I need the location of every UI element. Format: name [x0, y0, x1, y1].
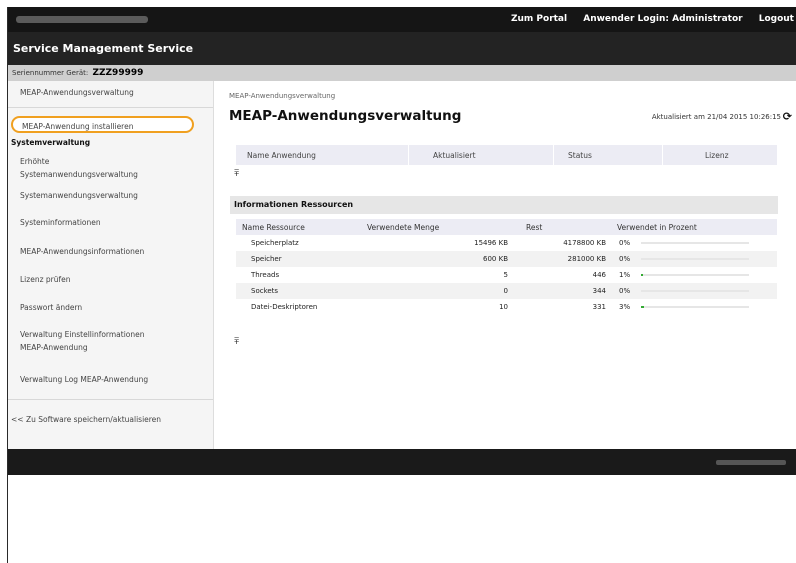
col-status[interactable]: Status [568, 151, 592, 160]
page-title: MEAP-Anwendungsverwaltung [229, 108, 462, 124]
sidebar-divider [8, 107, 213, 108]
table-row: Datei-Deskriptoren 10 331 3% [236, 299, 777, 315]
col-app-name[interactable]: Name Anwendung [247, 151, 316, 160]
sidebar-item-log-meap[interactable]: Verwaltung Log MEAP-Anwendung [20, 373, 148, 386]
col-license[interactable]: Lizenz [705, 151, 729, 160]
sidebar-item-meap-management[interactable]: MEAP-Anwendungsverwaltung [20, 86, 134, 99]
portal-link[interactable]: Zum Portal [511, 14, 567, 24]
col-rest: Rest [526, 223, 543, 232]
footer-bar [8, 449, 796, 475]
top-bar: Zum Portal Anwender Login: Administrator… [8, 7, 796, 32]
main-content: MEAP-Anwendungsverwaltung MEAP-Anwendung… [222, 81, 792, 449]
resource-percent: 0% [619, 255, 631, 263]
resource-rest: 446 [592, 271, 606, 279]
resource-rest: 331 [592, 303, 606, 311]
col-used-amount: Verwendete Menge [367, 223, 440, 232]
usage-bar-fill [641, 306, 645, 308]
logout-link[interactable]: Logout [759, 14, 794, 24]
usage-bar-fill [641, 274, 643, 276]
collapse-up-icon[interactable]: ⩱ [234, 169, 239, 179]
table-row: Speicher 600 KB 281000 KB 0% [236, 251, 777, 267]
resource-used: 0 [503, 287, 508, 295]
col-updated[interactable]: Aktualisiert [433, 151, 476, 160]
column-separator [662, 145, 663, 165]
sidebar-item-system-info[interactable]: Systeminformationen [20, 216, 101, 229]
resource-percent: 0% [619, 239, 631, 247]
serial-value: ZZZ99999 [92, 68, 144, 78]
refresh-icon[interactable]: ⟳ [783, 110, 792, 123]
usage-bar [641, 258, 749, 260]
column-separator [408, 145, 409, 165]
resource-rest: 4178800 KB [563, 239, 606, 247]
resource-used: 15496 KB [474, 239, 508, 247]
resource-name: Speicher [251, 255, 282, 263]
sidebar-divider [8, 399, 213, 400]
app-table-header: Name Anwendung Aktualisiert Status Lizen… [236, 145, 777, 165]
top-links: Zum Portal Anwender Login: Administrator… [498, 7, 794, 32]
sidebar-item-install-meap[interactable]: MEAP-Anwendung installieren [11, 116, 194, 133]
updated-timestamp: Aktualisiert am 21/04 2015 10:26:15 [651, 113, 781, 121]
col-percent-used: Verwendet in Prozent [617, 223, 697, 232]
app-frame: Zum Portal Anwender Login: Administrator… [7, 7, 796, 563]
sidebar-item-change-password[interactable]: Passwort ändern [20, 301, 82, 314]
resource-rest: 281000 KB [567, 255, 606, 263]
serial-bar: Seriennummer Gerät: ZZZ99999 [8, 65, 796, 81]
sidebar-item-meap-info[interactable]: MEAP-Anwendungsinformationen [20, 245, 144, 258]
resource-name: Datei-Deskriptoren [251, 303, 318, 311]
sidebar-item-elevated-system-apps[interactable]: Erhöhte Systemanwendungsverwaltung [20, 155, 138, 181]
service-header: Service Management Service [8, 32, 796, 65]
resource-percent: 0% [619, 287, 631, 295]
resource-name: Threads [251, 271, 280, 279]
sidebar-item-settings-info[interactable]: Verwaltung Einstellinformationen MEAP-An… [20, 328, 145, 354]
sidebar-heading-system: Systemverwaltung [11, 138, 91, 147]
sidebar-item-check-license[interactable]: Lizenz prüfen [20, 273, 71, 286]
resource-used: 10 [499, 303, 508, 311]
resource-percent: 3% [619, 303, 631, 311]
table-row: Speicherplatz 15496 KB 4178800 KB 0% [236, 235, 777, 251]
resources-table-header: Name Ressource Verwendete Menge Rest Ver… [236, 219, 777, 235]
usage-bar [641, 242, 749, 244]
resource-percent: 1% [619, 271, 631, 279]
col-resource-name: Name Ressource [242, 223, 305, 232]
resources-section-header: Informationen Ressourcen [230, 196, 778, 214]
breadcrumb: MEAP-Anwendungsverwaltung [229, 92, 336, 100]
sidebar-link-software-update[interactable]: << Zu Software speichern/aktualisieren [11, 413, 161, 426]
resource-name: Speicherplatz [251, 239, 299, 247]
column-separator [553, 145, 554, 165]
table-row: Sockets 0 344 0% [236, 283, 777, 299]
usage-bar [641, 274, 749, 276]
resource-rest: 344 [592, 287, 606, 295]
collapse-up-icon[interactable]: ⩱ [234, 337, 239, 347]
usage-bar [641, 290, 749, 292]
blurred-device-address [16, 16, 148, 23]
resource-used: 600 KB [483, 255, 508, 263]
service-title: Service Management Service [13, 42, 194, 55]
resources-title: Informationen Ressourcen [234, 200, 354, 209]
usage-bar [641, 306, 749, 308]
blurred-copyright [716, 460, 786, 465]
sidebar: MEAP-Anwendungsverwaltung MEAP-Anwendung… [8, 81, 214, 449]
resource-used: 5 [503, 271, 508, 279]
resource-name: Sockets [251, 287, 279, 295]
table-row: Threads 5 446 1% [236, 267, 777, 283]
sidebar-item-system-apps[interactable]: Systemanwendungsverwaltung [20, 189, 138, 202]
user-login-label: Anwender Login: Administrator [583, 14, 743, 24]
serial-label: Seriennummer Gerät: [12, 69, 89, 77]
